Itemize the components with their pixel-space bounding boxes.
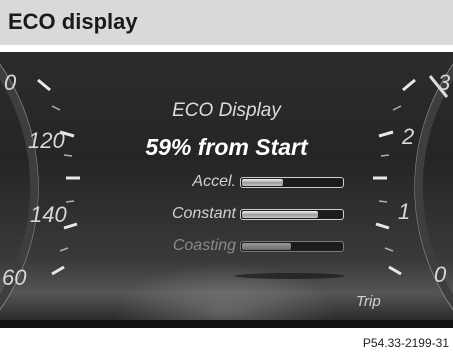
left-gauge-number: 140 <box>30 202 67 227</box>
left-gauge-number: 0 <box>4 70 17 95</box>
eco-summary: 59% from Start <box>145 134 308 160</box>
section-title: ECO display <box>8 9 138 34</box>
section-header: ECO display <box>0 0 453 45</box>
accel-label: Accel. <box>192 173 236 190</box>
right-gauge-number: 3 <box>438 70 451 95</box>
accel-bar-fill <box>242 179 283 186</box>
eco-display-title: ECO Display <box>172 100 281 121</box>
right-gauge-number: 0 <box>434 262 447 287</box>
left-gauge-number: 60 <box>2 265 27 290</box>
coasting-bar-fill <box>242 243 291 250</box>
right-gauge-number: 1 <box>398 199 411 224</box>
cluster-bottom-edge <box>0 320 453 328</box>
trip-label: Trip <box>356 293 381 310</box>
figure-caption: P54.33-2199-31 <box>362 336 449 350</box>
coasting-label: Coasting <box>172 237 236 254</box>
coasting-bar <box>240 241 344 252</box>
constant-bar-fill <box>242 211 318 218</box>
constant-label: Constant <box>171 205 236 222</box>
accel-bar <box>240 177 344 188</box>
constant-bar <box>240 209 344 220</box>
